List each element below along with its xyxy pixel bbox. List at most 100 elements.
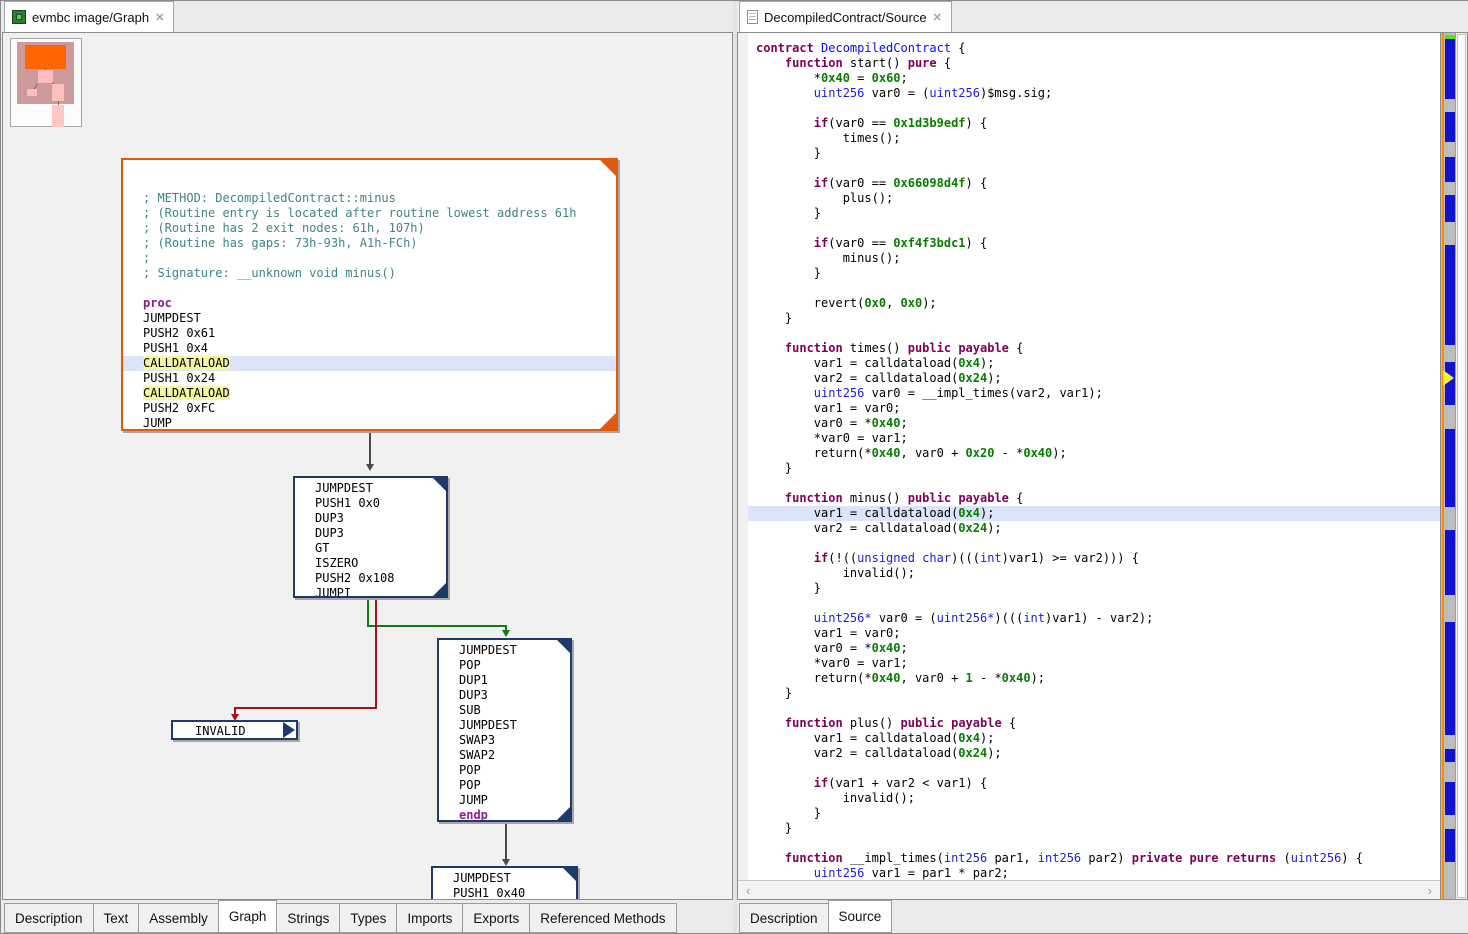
code-line: uint256 var1 = par1 * par2; [748,866,1440,880]
code-line: uint256 var0 = __impl_times(var2, var1); [748,386,1440,401]
code-line: minus(); [748,251,1440,266]
bottom-tab-strings[interactable]: Strings [277,903,339,933]
bottom-tab-description[interactable]: Description [4,903,93,933]
invalid-block[interactable]: INVALID [171,720,298,740]
graph-canvas[interactable]: ; METHOD: DecompiledContract::minus; (Ro… [2,32,733,900]
asm-line: ; (Routine has 2 exit nodes: 61h, 107h) [123,221,616,236]
asm-line: PUSH1 0x24 [123,371,616,386]
code-line: return(*0x40, var0 + 0x20 - *0x40); [748,446,1440,461]
ruler-current-position-arrow [1443,370,1454,386]
code-line: function __impl_times(int256 par1, int25… [748,851,1440,866]
asm-line: POP [439,658,570,673]
code-line: invalid(); [748,566,1440,581]
bottom-tab-imports[interactable]: Imports [396,903,462,933]
ruler-mark [1445,622,1455,735]
scroll-left-icon[interactable]: ‹ [746,883,750,898]
asm-line: JUMPI [295,586,446,598]
code-line: if(var0 == 0xf4f3bdc1) { [748,236,1440,251]
graph-edge [234,707,377,709]
asm-line: PUSH2 0x108 [295,571,446,586]
code-line: var2 = calldataload(0x24); [748,521,1440,536]
bottom-tab-types[interactable]: Types [339,903,396,933]
bottom-tab-source[interactable]: Source [828,900,893,933]
asm-line: CALLDATALOAD [123,386,616,401]
graph-overview-minimap[interactable] [10,38,82,127]
compare-block[interactable]: JUMPDESTPUSH1 0x0DUP3DUP3GTISZEROPUSH2 0… [293,476,448,598]
minimap-entry-node [25,45,66,69]
code-line: } [748,461,1440,476]
horizontal-scrollbar[interactable]: ‹ › [738,880,1440,899]
asm-line: JUMP [439,793,570,808]
asm-line: ; (Routine entry is located after routin… [123,206,616,221]
bottom-tab-text[interactable]: Text [93,903,139,933]
asm-line: CALLDATALOAD [123,356,616,371]
source-editor[interactable]: contract DecompiledContract { function s… [737,32,1468,900]
code-line [748,281,1440,296]
subtract-block[interactable]: JUMPDESTPOPDUP1DUP3SUBJUMPDESTSWAP3SWAP2… [437,638,572,822]
code-line [748,221,1440,236]
asm-line: PUSH2 0x61 [123,326,616,341]
code-line: } [748,266,1440,281]
tab-decompiled-source[interactable]: DecompiledContract/Source ✕ [739,1,952,32]
overview-ruler[interactable] [1440,33,1455,899]
close-icon[interactable]: ✕ [155,11,164,24]
code-line: var0 = *0x40; [748,641,1440,656]
asm-line: proc [123,296,616,311]
bottom-tab-assembly[interactable]: Assembly [138,903,218,933]
asm-line: ; (Routine has gaps: 73h-93h, A1h-FCh) [123,236,616,251]
bottom-tab-graph[interactable]: Graph [218,900,278,933]
return-block[interactable]: JUMPDESTPUSH1 0x40MLOADSWAP1DUP2 [431,866,578,900]
vertical-scrollbar[interactable] [1455,33,1467,899]
code-line: var1 = calldataload(0x4); [748,356,1440,371]
code-line [748,476,1440,491]
ruler-mark [1445,157,1455,182]
code-line: *var0 = var1; [748,656,1440,671]
code-line: var1 = var0; [748,626,1440,641]
code-line: times(); [748,131,1440,146]
ruler-mark [1445,195,1455,222]
scroll-right-icon[interactable]: › [1428,883,1432,898]
asm-line: ; [123,251,616,266]
asm-line: INVALID [173,723,296,739]
graph-edge [375,598,377,709]
code-line: } [748,581,1440,596]
asm-line: GT [295,541,446,556]
left-tabbar: evmbc image/Graph ✕ [2,1,733,32]
scrollbar-thumb[interactable] [1457,34,1466,898]
code-line: uint256* var0 = (uint256*)(((int)var1) -… [748,611,1440,626]
tab-evmbc-graph[interactable]: evmbc image/Graph ✕ [4,1,174,32]
code-line [748,836,1440,851]
close-icon[interactable]: ✕ [933,11,942,24]
asm-line: endp [439,808,570,822]
bottom-tab-exports[interactable]: Exports [462,903,529,933]
entry-block[interactable]: ; METHOD: DecompiledContract::minus; (Ro… [121,158,618,431]
code-line: } [748,206,1440,221]
bottom-tab-referenced-methods[interactable]: Referenced Methods [529,903,676,933]
code-line: if(!((unsigned char)(((int)var1) >= var2… [748,551,1440,566]
code-line: *var0 = var1; [748,431,1440,446]
minimap-node [52,84,64,101]
bottom-tab-description[interactable]: Description [739,903,828,933]
code-line: function plus() public payable { [748,716,1440,731]
tab-label: DecompiledContract/Source [764,10,927,25]
code-line: revert(0x0, 0x0); [748,296,1440,311]
graph-edge [505,821,507,861]
code-line: } [748,686,1440,701]
code-line [748,761,1440,776]
graph-edge [367,625,507,627]
asm-line: ISZERO [295,556,446,571]
asm-line: SWAP2 [439,748,570,763]
code-line: contract DecompiledContract { [748,41,1440,56]
asm-line: PUSH2 0xFC [123,401,616,416]
asm-line: JUMPDEST [439,718,570,733]
minimap-node [38,70,53,83]
code-line: } [748,146,1440,161]
document-icon [747,10,758,24]
code-line: } [748,311,1440,326]
ruler-mark [1445,782,1455,815]
code-line: function start() pure { [748,56,1440,71]
left-bottom-tabbar: DescriptionTextAssemblyGraphStringsTypes… [2,900,733,933]
code-line [748,536,1440,551]
code-line [748,101,1440,116]
code-line: var1 = var0; [748,401,1440,416]
